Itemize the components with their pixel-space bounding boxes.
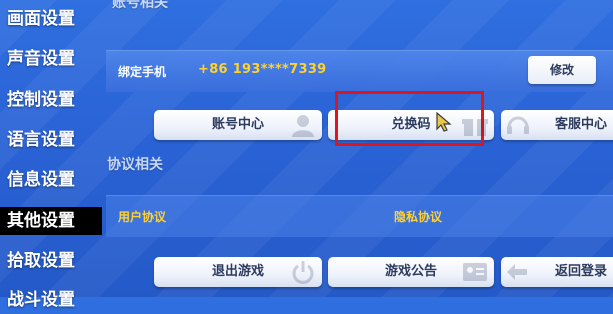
gift-icon [462,119,488,136]
sidebar-item-controls[interactable]: 控制设置 [0,86,102,114]
customer-service-label: 客服中心 [555,117,608,132]
sidebar-item-language[interactable]: 语言设置 [0,126,102,154]
game-announcement-button[interactable]: 游戏公告 [328,257,494,287]
agreements-row: 用户协议 隐私协议 [106,195,613,237]
power-icon [292,261,314,284]
back-icon [507,264,527,280]
back-to-login-button[interactable]: 返回登录 [501,257,613,287]
sidebar-item-pickup[interactable]: 拾取设置 [0,247,102,275]
back-to-login-label: 返回登录 [555,264,608,279]
exit-game-label: 退出游戏 [211,264,264,279]
user-icon [292,115,314,137]
account-section-title: 账号相关 [112,0,168,11]
account-center-label: 账号中心 [211,117,264,132]
sidebar-item-other[interactable]: 其他设置 [0,207,102,235]
sidebar-item-info[interactable]: 信息设置 [0,166,102,194]
bind-phone-label: 绑定手机 [118,65,167,79]
modify-phone-button[interactable]: 修改 [528,56,596,84]
settings-sidebar: 画面设置 声音设置 控制设置 语言设置 信息设置 其他设置 拾取设置 战斗设置 [0,0,102,310]
customer-service-button[interactable]: 客服中心 [501,110,613,140]
id-card-icon [463,263,487,281]
mouse-cursor-icon [436,112,452,132]
account-center-button[interactable]: 账号中心 [154,110,322,140]
sidebar-item-display[interactable]: 画面设置 [0,5,102,33]
redeem-code-label: 兑换码 [391,117,431,132]
sidebar-item-combat[interactable]: 战斗设置 [0,286,102,314]
exit-game-button[interactable]: 退出游戏 [154,257,322,287]
game-announcement-label: 游戏公告 [384,264,437,279]
agreement-section-title: 协议相关 [107,157,163,173]
phone-number: +86 193****7339 [198,62,327,77]
headset-icon [507,116,529,134]
sidebar-item-sound[interactable]: 声音设置 [0,45,102,73]
privacy-agreement-link[interactable]: 隐私协议 [394,208,442,225]
user-agreement-link[interactable]: 用户协议 [118,208,166,225]
